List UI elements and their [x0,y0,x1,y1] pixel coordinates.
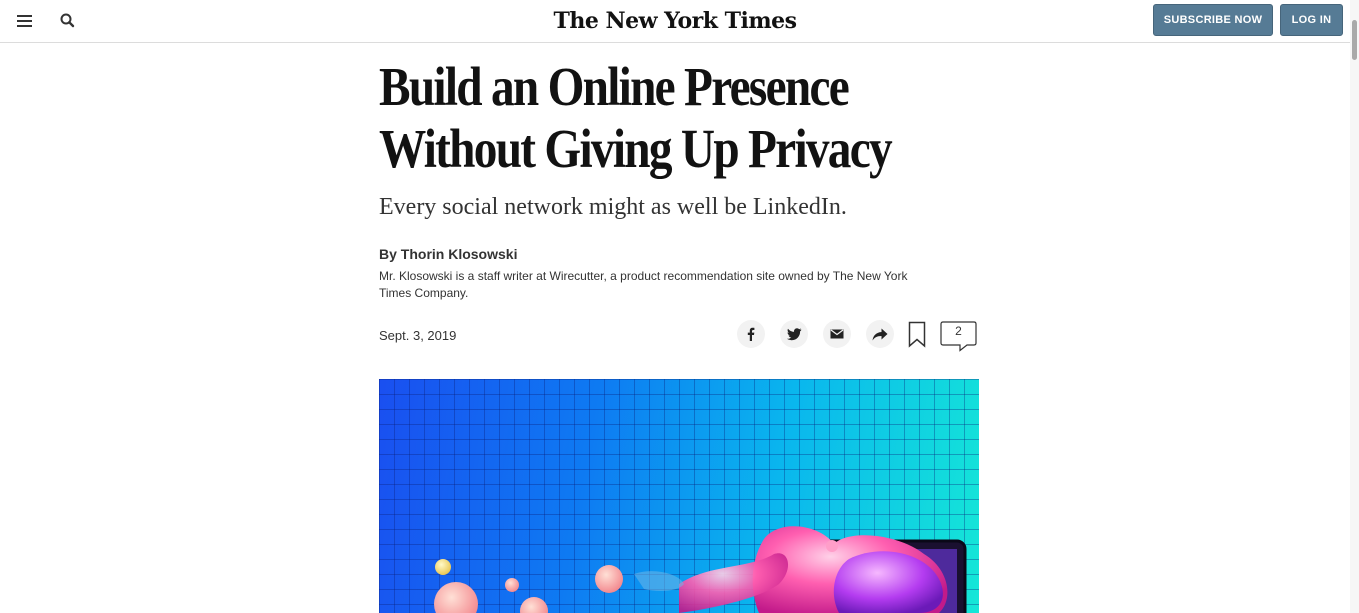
email-icon[interactable] [823,320,851,348]
article-summary: Every social network might as well be Li… [379,194,847,220]
login-button[interactable]: LOG IN [1280,4,1343,36]
hero-artwork [434,526,967,613]
bookmark-icon[interactable] [907,321,927,348]
byline-author[interactable]: By Thorin Klosowski [379,246,517,262]
hero-illustration[interactable] [379,379,979,613]
author-bio: Mr. Klosowski is a staff writer at Wirec… [379,269,908,300]
article-page: The New York Times SUBSCRIBE NOW LOG IN … [0,0,1359,613]
comment-count: 2 [955,324,962,338]
top-bar: The New York Times SUBSCRIBE NOW LOG IN [0,0,1350,43]
article-headline: Build an Online Presence Without Giving … [379,56,895,180]
comments-button[interactable]: 2 [940,321,977,352]
facebook-icon[interactable] [737,320,765,348]
twitter-icon[interactable] [780,320,808,348]
share-arrow-icon[interactable] [866,320,894,348]
headline-line-2: Without Giving Up Privacy [379,118,893,179]
subscribe-button[interactable]: SUBSCRIBE NOW [1153,4,1273,36]
headline-line-1: Build an Online Presence [379,56,850,117]
publish-date: Sept. 3, 2019 [379,328,457,343]
masthead-logo[interactable]: The New York Times [0,5,1350,37]
scrollbar-thumb[interactable] [1352,20,1357,60]
scrollbar[interactable] [1350,0,1359,613]
